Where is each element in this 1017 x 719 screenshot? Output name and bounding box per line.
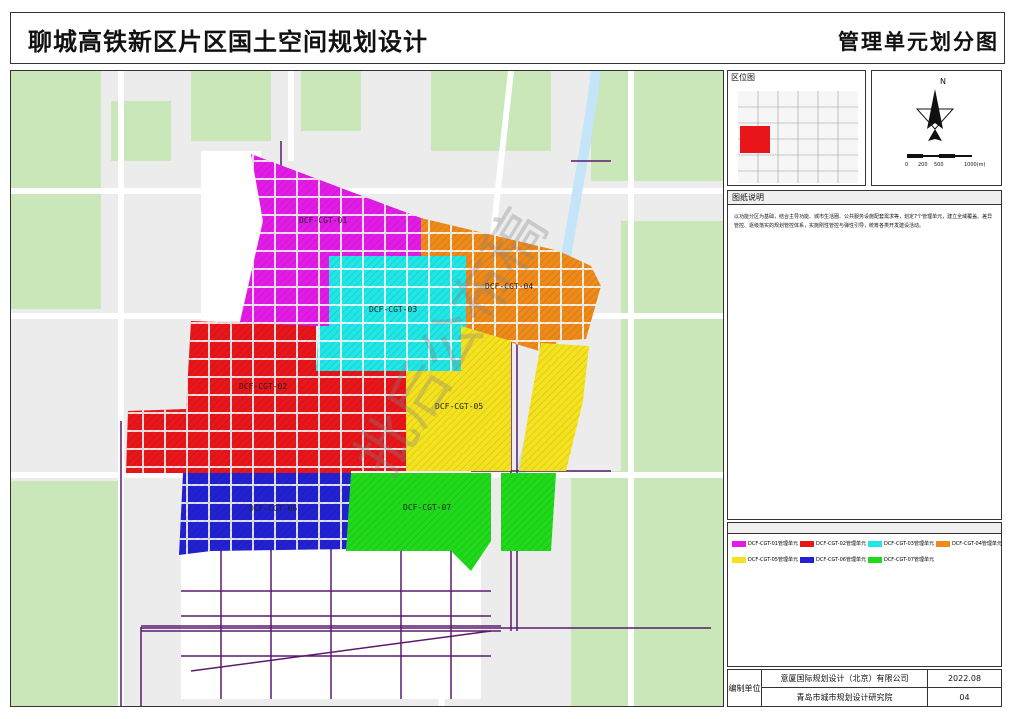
legend-label-02: DCF-CGT-02管理单元 bbox=[815, 541, 866, 547]
north-arrow bbox=[907, 89, 972, 158]
scale-label-500: 500 bbox=[934, 162, 944, 168]
legend-item-06: DCF-CGT-06管理单元 bbox=[799, 556, 866, 563]
footer-date: 2022.08 bbox=[928, 670, 1001, 688]
unit-label-07: DCF-CGT-07 bbox=[403, 503, 451, 512]
footer-table: 编制单位 意厦国际规划设计（北京）有限公司 青岛市城市规划设计研究院 2022.… bbox=[727, 669, 1002, 707]
location-map bbox=[738, 91, 858, 183]
legend-swatch-02 bbox=[799, 540, 814, 547]
scale-label-1000: 1000(m) bbox=[964, 162, 986, 168]
legend-item-07: DCF-CGT-07管理单元 bbox=[867, 556, 934, 563]
scale-label-0: 0 bbox=[905, 162, 909, 168]
legend-swatch-03 bbox=[867, 540, 882, 547]
footer-page: 04 bbox=[959, 692, 970, 702]
north-arrow-frame: N 0 200 500 1000(m) bbox=[871, 70, 1002, 186]
legend-swatch-06 bbox=[799, 556, 814, 563]
legend-item-02: DCF-CGT-02管理单元 bbox=[799, 540, 866, 547]
legend-label-06: DCF-CGT-06管理单元 bbox=[815, 557, 866, 563]
north-label: N bbox=[940, 77, 946, 86]
footer-org1: 意厦国际规划设计（北京）有限公司 bbox=[762, 670, 928, 688]
legend-label-03: DCF-CGT-03管理单元 bbox=[883, 541, 934, 547]
notes-panel: 图纸说明 以功能分区为基础，结合主导功能、城市生活圈、公共服务设施配套需求等，划… bbox=[727, 190, 1002, 520]
legend-label-05: DCF-CGT-05管理单元 bbox=[748, 557, 798, 563]
notes-header: 图纸说明 bbox=[728, 191, 1001, 205]
main-map: DCF-CGT-01 DCF-CGT-02 DCF-CGT-03 DCF-CGT… bbox=[11, 71, 723, 706]
legend-label-01: DCF-CGT-01管理单元 bbox=[748, 541, 798, 547]
footer-org2: 青岛市城市规划设计研究院 bbox=[762, 688, 928, 706]
legend-item-05: DCF-CGT-05管理单元 bbox=[732, 556, 798, 563]
legend-label-04: DCF-CGT-04管理单元 bbox=[951, 541, 1002, 547]
location-map-label: 区位图 bbox=[731, 73, 755, 82]
unit-label-03: DCF-CGT-03 bbox=[369, 305, 417, 314]
map-subtitle: 管理单元划分图 bbox=[838, 30, 999, 54]
legend-swatch-01 bbox=[732, 540, 746, 547]
legend-item-03: DCF-CGT-03管理单元 bbox=[867, 540, 934, 547]
legend-panel: DCF-CGT-01管理单元 DCF-CGT-02管理单元 DCF-CGT-03… bbox=[727, 522, 1002, 667]
legend-swatch-07 bbox=[867, 556, 882, 563]
legend-item-01: DCF-CGT-01管理单元 bbox=[732, 540, 798, 547]
footer-unit-label: 编制单位 bbox=[728, 670, 762, 706]
map-title: 聊城高铁新区片区国土空间规划设计 bbox=[28, 28, 428, 56]
unit-label-06: DCF-CGT-06 bbox=[249, 504, 297, 513]
legend-item-04: DCF-CGT-04管理单元 bbox=[935, 540, 1002, 547]
scale-label-200: 200 bbox=[918, 162, 928, 168]
legend-label-07: DCF-CGT-07管理单元 bbox=[883, 557, 934, 563]
location-map-frame: 区位图 bbox=[727, 70, 866, 186]
notes-text: 以功能分区为基础，结合主导功能、城市生活圈、公共服务设施配套需求等，划定7个管理… bbox=[734, 214, 993, 229]
unit-06[interactable] bbox=[179, 473, 351, 555]
unit-label-01: DCF-CGT-01 bbox=[299, 216, 347, 225]
unit-label-02: DCF-CGT-02 bbox=[239, 382, 287, 391]
legend-swatch-05 bbox=[732, 556, 746, 563]
main-map-frame: DCF-CGT-01 DCF-CGT-02 DCF-CGT-03 DCF-CGT… bbox=[10, 70, 724, 707]
legend-swatch-04 bbox=[935, 540, 950, 547]
